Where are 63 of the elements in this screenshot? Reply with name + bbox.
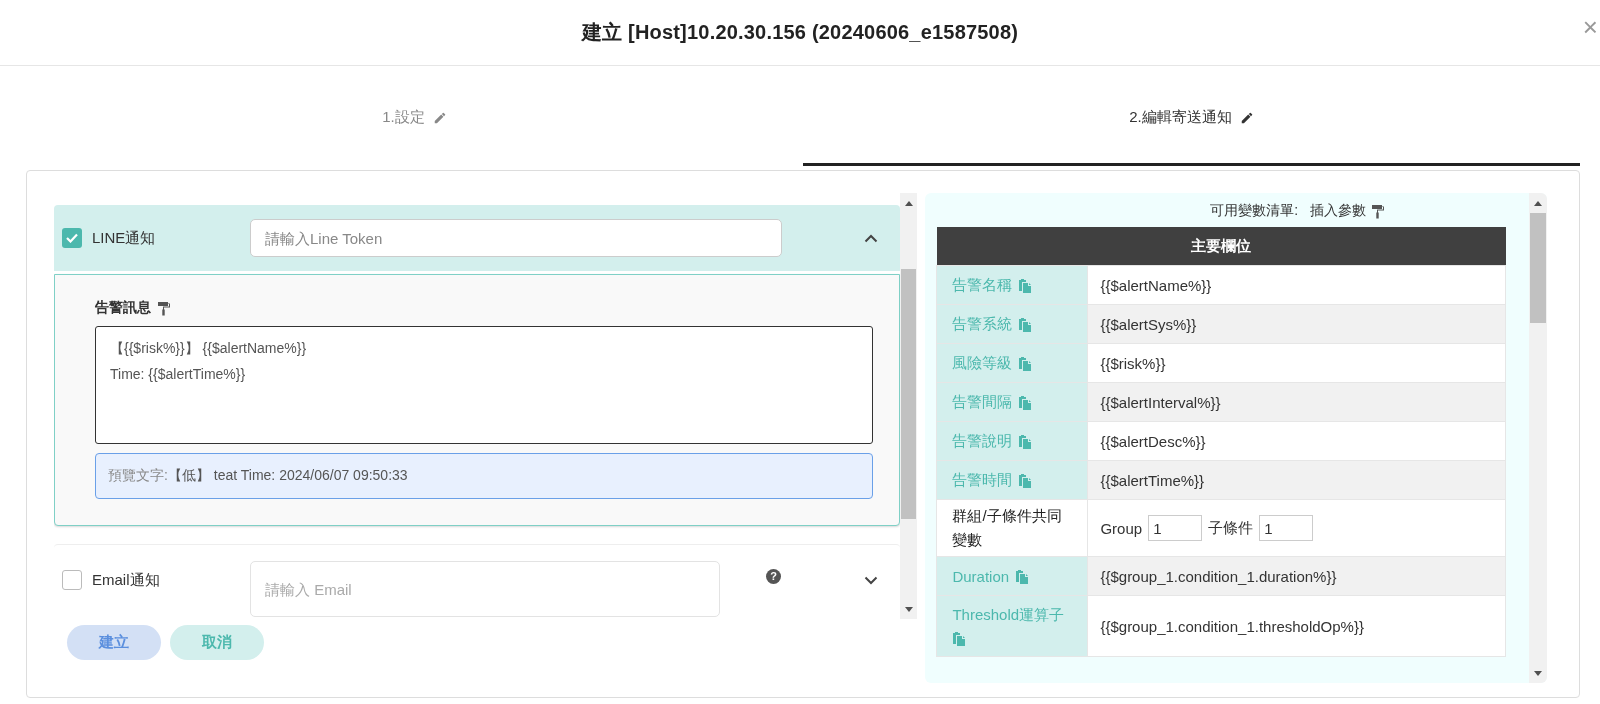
- variable-name-cell[interactable]: 告警說明: [936, 421, 1088, 461]
- variable-value-cell: {{$alertInterval%}}: [1087, 382, 1506, 422]
- variable-value-cell: {{$alertTime%}}: [1087, 460, 1506, 500]
- checkbox[interactable]: [62, 228, 82, 248]
- copy-icon[interactable]: [1018, 394, 1034, 410]
- variable-name-cell[interactable]: 告警時間: [936, 460, 1088, 500]
- input-field[interactable]: 請輸入 Email: [250, 561, 720, 617]
- group-input[interactable]: 1: [1148, 515, 1203, 541]
- scrollbar[interactable]: [1529, 193, 1547, 683]
- variables-title: 可用變數清單:: [1210, 202, 1299, 220]
- copy-icon[interactable]: [1015, 568, 1031, 584]
- paint-roller-icon[interactable]: [157, 300, 171, 316]
- copy-icon[interactable]: [952, 631, 968, 646]
- variable-value-cell: {{$alertName%}}: [1087, 265, 1506, 305]
- variable-value-cell: {{$alertSys%}}: [1087, 304, 1506, 344]
- input-field[interactable]: 請輸入Line Token: [250, 219, 782, 257]
- scrollbar[interactable]: [900, 193, 918, 619]
- variable-name-cell[interactable]: 風險等級: [936, 343, 1088, 383]
- copy-icon[interactable]: [1018, 433, 1034, 449]
- channel-label: Email通知: [92, 570, 161, 590]
- variable-value-cell: {{$group_1.condition_1.thresholdOp%}}: [1087, 595, 1506, 657]
- variable-name-cell[interactable]: Duration: [936, 556, 1088, 596]
- variable-value-cell: {{$group_1.condition_1.duration%}}: [1087, 556, 1506, 596]
- help-icon[interactable]: ?: [766, 568, 781, 584]
- chevron-down-icon[interactable]: [864, 575, 879, 585]
- condition-label: 子條件: [1208, 518, 1254, 538]
- checkbox[interactable]: [62, 570, 82, 590]
- condition-input[interactable]: 1: [1259, 515, 1314, 541]
- paint-roller-icon[interactable]: [1371, 203, 1386, 219]
- copy-icon[interactable]: [1018, 355, 1034, 371]
- dialog-title: 建立 [Host]10.20.30.156 (20240606_e1587508): [581, 20, 1019, 45]
- channel-label: LINE通知: [92, 228, 157, 248]
- pencil-icon: [432, 110, 447, 125]
- scroll-down-arrow-icon[interactable]: [1534, 670, 1542, 676]
- variable-name-cell[interactable]: 告警間隔: [936, 382, 1088, 422]
- check-icon: [66, 233, 78, 243]
- group-label: Group: [1100, 519, 1143, 537]
- copy-icon[interactable]: [1018, 277, 1034, 293]
- variable-value-cell: {{$alertDesc%}}: [1087, 421, 1506, 461]
- scroll-up-arrow-icon[interactable]: [1534, 200, 1542, 206]
- copy-icon[interactable]: [1018, 472, 1034, 488]
- close-button[interactable]: ×: [1580, 14, 1600, 40]
- preview-text: 預覽文字:【低】 teat Time: 2024/06/07 09:50:33: [95, 453, 874, 499]
- tab[interactable]: 2.編輯寄送通知: [803, 66, 1580, 166]
- variable-name-cell[interactable]: Threshold運算子: [936, 595, 1088, 657]
- create-button[interactable]: 建立: [67, 625, 161, 660]
- variable-name-cell[interactable]: 告警系統: [936, 304, 1088, 344]
- table-header: 主要欄位: [936, 227, 1506, 266]
- scroll-up-arrow-icon[interactable]: [904, 200, 913, 206]
- variable-value-cell: {{$risk%}}: [1087, 343, 1506, 383]
- message-field[interactable]: 【{{$risk%}}】 {{$alertName%}} Time: {{$alertTime%}}: [95, 326, 874, 444]
- chevron-up-icon[interactable]: [864, 233, 879, 243]
- insert-parameter-link[interactable]: 插入參數: [1310, 202, 1386, 220]
- cancel-button[interactable]: 取消: [170, 625, 264, 660]
- scrollbar-thumb[interactable]: [1530, 213, 1546, 323]
- table-cell: 群組/子條件共同變數: [936, 499, 1088, 557]
- scroll-down-arrow-icon[interactable]: [904, 606, 913, 612]
- tab[interactable]: 1.設定: [26, 66, 803, 166]
- copy-icon[interactable]: [1018, 316, 1034, 332]
- message-label: 告警訊息: [95, 299, 151, 317]
- pencil-icon: [1239, 110, 1254, 125]
- variable-name-cell[interactable]: 告警名稱: [936, 265, 1088, 305]
- scrollbar-thumb[interactable]: [901, 269, 917, 519]
